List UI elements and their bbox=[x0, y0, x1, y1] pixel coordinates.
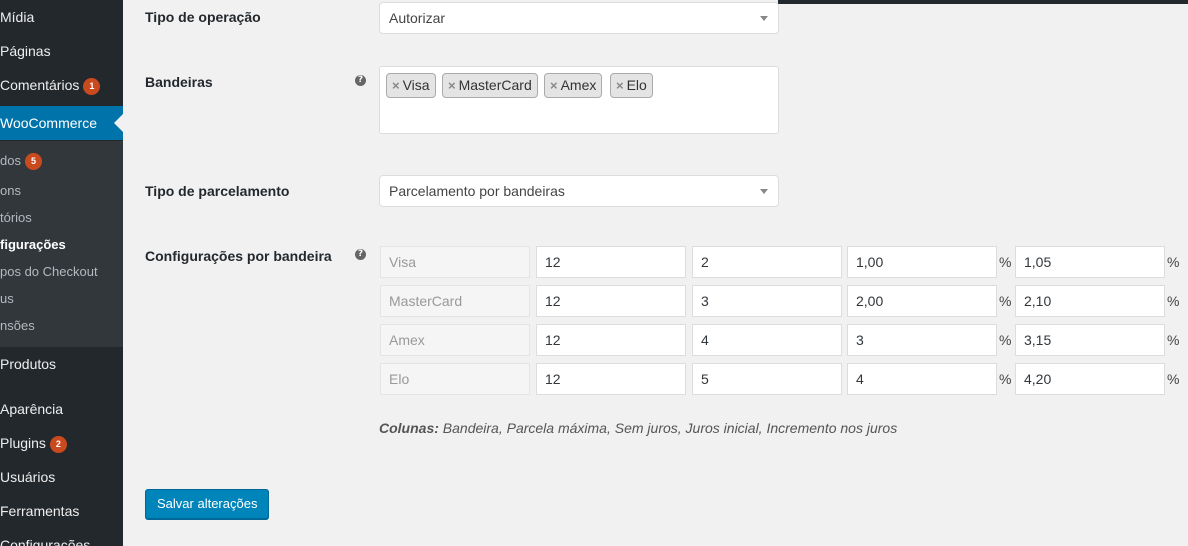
brand-cell: Amex bbox=[380, 324, 530, 356]
percent-label: % bbox=[999, 293, 1012, 309]
submenu-item-label: dos bbox=[0, 153, 21, 168]
percent-label: % bbox=[1167, 254, 1180, 270]
submenu-item-label: tórios bbox=[0, 210, 32, 225]
max-installments-input[interactable]: 12 bbox=[536, 324, 686, 356]
brand-token-mastercard: × MasterCard bbox=[442, 73, 538, 98]
increment-input[interactable]: 1,05 bbox=[1015, 246, 1165, 278]
menu-item-label: Aparência bbox=[0, 401, 64, 417]
operation-type-select[interactable]: Autorizar bbox=[379, 2, 779, 34]
columns-label: Colunas: bbox=[379, 420, 439, 436]
menu-item-label: Ferramentas bbox=[0, 503, 80, 519]
brand-cell: Visa bbox=[380, 246, 530, 278]
max-installments-input[interactable]: 12 bbox=[536, 285, 686, 317]
menu-item-label: WooCommerce bbox=[0, 115, 97, 131]
menu-item-pages[interactable]: Páginas bbox=[0, 34, 123, 68]
menu-item-products[interactable]: Produtos bbox=[0, 347, 123, 381]
submenu-item-extensions[interactable]: nsões bbox=[0, 317, 123, 335]
woocommerce-submenu: dos 5 ons tórios figurações pos do Checko… bbox=[0, 141, 123, 347]
operation-type-label: Tipo de operação bbox=[145, 9, 261, 25]
chevron-down-icon bbox=[760, 189, 768, 194]
brand-token-visa: × Visa bbox=[386, 73, 436, 98]
menu-item-settings[interactable]: Configurações bbox=[0, 528, 123, 546]
submenu-item-orders[interactable]: dos 5 bbox=[0, 152, 123, 170]
menu-item-users[interactable]: Usuários bbox=[0, 460, 123, 494]
interest-free-input[interactable]: 2 bbox=[692, 246, 842, 278]
chevron-down-icon bbox=[760, 16, 768, 21]
installment-type-label: Tipo de parcelamento bbox=[145, 183, 290, 199]
menu-item-label: Produtos bbox=[0, 356, 57, 372]
percent-label: % bbox=[1167, 293, 1180, 309]
increment-input[interactable]: 4,20 bbox=[1015, 363, 1165, 395]
plugins-count-badge: 2 bbox=[49, 436, 67, 453]
admin-sidebar: Mídia Páginas Comentários 1 WooCommerce d… bbox=[0, 0, 123, 546]
initial-interest-input[interactable]: 3 bbox=[847, 324, 997, 356]
brand-cell: Elo bbox=[380, 363, 530, 395]
submenu-item-label: nsões bbox=[0, 318, 35, 333]
initial-interest-input[interactable]: 4 bbox=[847, 363, 997, 395]
submenu-item-label: figurações bbox=[0, 237, 66, 252]
menu-item-media[interactable]: Mídia bbox=[0, 0, 123, 34]
installment-type-value: Parcelamento por bandeiras bbox=[389, 183, 565, 199]
interest-free-input[interactable]: 5 bbox=[692, 363, 842, 395]
current-menu-arrow-icon bbox=[114, 114, 123, 132]
comments-count-badge: 1 bbox=[83, 78, 101, 95]
menu-item-plugins[interactable]: Plugins 2 bbox=[0, 426, 123, 460]
brand-config-label: Configurações por bandeira bbox=[145, 248, 332, 264]
initial-interest-input[interactable]: 2,00 bbox=[847, 285, 997, 317]
max-installments-input[interactable]: 12 bbox=[536, 246, 686, 278]
brand-token-label: MasterCard bbox=[458, 77, 532, 93]
brand-token-label: Elo bbox=[626, 77, 647, 93]
initial-interest-input[interactable]: 1,00 bbox=[847, 246, 997, 278]
remove-token-icon[interactable]: × bbox=[392, 78, 400, 93]
increment-input[interactable]: 3,15 bbox=[1015, 324, 1165, 356]
submenu-item-coupons[interactable]: ons bbox=[0, 182, 123, 200]
percent-label: % bbox=[999, 371, 1012, 387]
help-icon[interactable]: ? bbox=[355, 75, 366, 86]
menu-item-label: Plugins bbox=[0, 435, 46, 451]
orders-count-badge: 5 bbox=[24, 153, 42, 170]
columns-description: Colunas: Bandeira, Parcela máxima, Sem j… bbox=[379, 420, 897, 436]
submenu-item-status[interactable]: us bbox=[0, 290, 123, 308]
interest-free-input[interactable]: 3 bbox=[692, 285, 842, 317]
brand-token-label: Amex bbox=[560, 77, 597, 93]
percent-label: % bbox=[1167, 332, 1180, 348]
menu-item-comments[interactable]: Comentários 1 bbox=[0, 68, 123, 102]
interest-free-input[interactable]: 4 bbox=[692, 324, 842, 356]
max-installments-input[interactable]: 12 bbox=[536, 363, 686, 395]
remove-token-icon[interactable]: × bbox=[448, 78, 456, 93]
menu-item-label: Configurações bbox=[0, 537, 91, 546]
menu-item-woocommerce[interactable]: WooCommerce bbox=[0, 106, 123, 140]
menu-item-tools[interactable]: Ferramentas bbox=[0, 494, 123, 528]
installment-type-select[interactable]: Parcelamento por bandeiras bbox=[379, 175, 779, 207]
brand-cell: MasterCard bbox=[380, 285, 530, 317]
submenu-item-label: ons bbox=[0, 183, 21, 198]
submenu-item-reports[interactable]: tórios bbox=[0, 209, 123, 227]
columns-text: Bandeira, Parcela máxima, Sem juros, Jur… bbox=[442, 420, 898, 436]
percent-label: % bbox=[999, 332, 1012, 348]
menu-item-label: Mídia bbox=[0, 9, 35, 25]
operation-type-value: Autorizar bbox=[389, 10, 446, 26]
menu-item-label: Usuários bbox=[0, 469, 56, 485]
menu-item-label: Comentários bbox=[0, 77, 80, 93]
menu-item-appearance[interactable]: Aparência bbox=[0, 392, 123, 426]
submenu-item-label: us bbox=[0, 291, 14, 306]
submenu-item-checkout-fields[interactable]: pos do Checkout bbox=[0, 263, 123, 281]
help-icon[interactable]: ? bbox=[355, 249, 366, 260]
brand-token-amex: × Amex bbox=[544, 73, 603, 98]
submenu-item-label: pos do Checkout bbox=[0, 264, 98, 279]
remove-token-icon[interactable]: × bbox=[616, 78, 624, 93]
percent-label: % bbox=[1167, 371, 1180, 387]
submenu-item-settings[interactable]: figurações bbox=[0, 236, 123, 254]
menu-item-label: Páginas bbox=[0, 43, 51, 59]
brand-token-label: Visa bbox=[402, 77, 430, 93]
brand-token-elo: × Elo bbox=[610, 73, 653, 98]
increment-input[interactable]: 2,10 bbox=[1015, 285, 1165, 317]
remove-token-icon[interactable]: × bbox=[550, 78, 558, 93]
brands-multiselect[interactable]: × Visa × MasterCard × Amex × Elo bbox=[379, 66, 779, 134]
percent-label: % bbox=[999, 254, 1012, 270]
save-changes-button[interactable]: Salvar alterações bbox=[145, 489, 270, 519]
brands-label: Bandeiras bbox=[145, 74, 213, 90]
